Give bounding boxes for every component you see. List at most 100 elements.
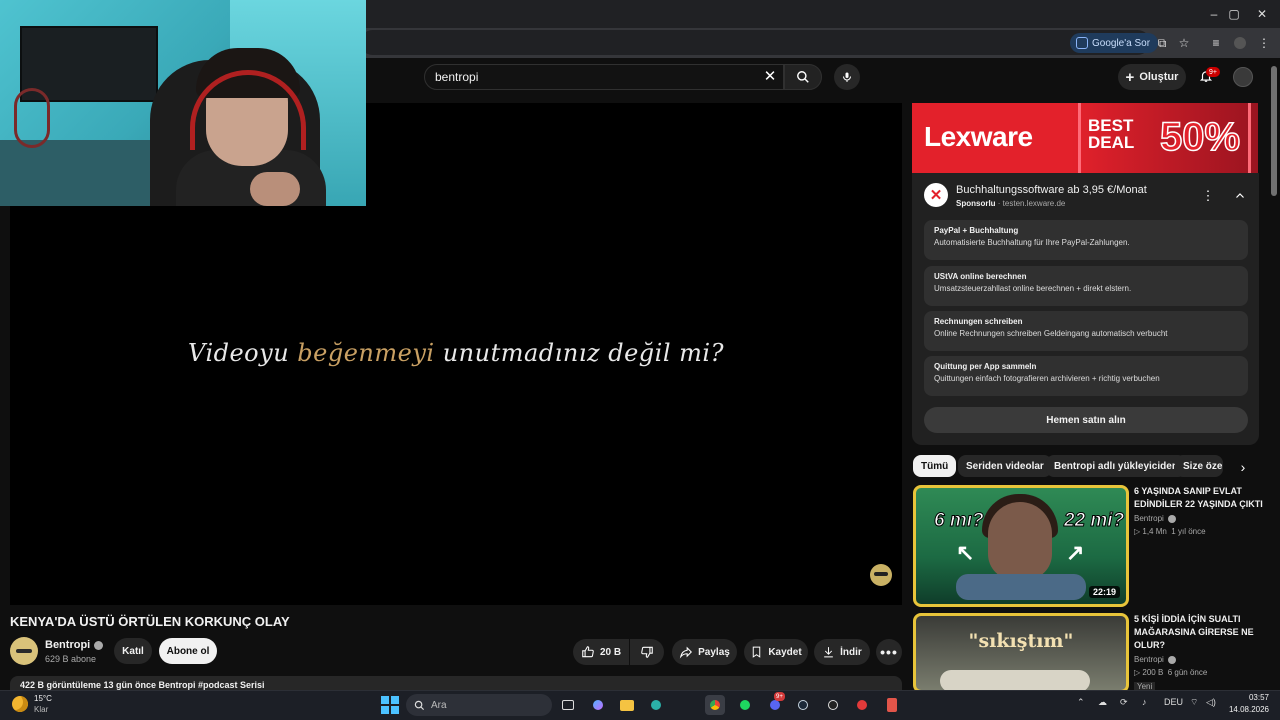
thumbs-down-icon bbox=[641, 646, 653, 658]
video-duration: 22:19 bbox=[1088, 586, 1120, 598]
view-count: ▷ 1,4 Mn bbox=[1134, 527, 1167, 536]
thumbs-up-icon bbox=[582, 646, 594, 658]
create-label: Oluştur bbox=[1139, 71, 1179, 83]
google-ask-label: Google'a Sor bbox=[1092, 37, 1151, 49]
search-query: bentropi bbox=[435, 70, 479, 84]
scrollbar-thumb[interactable] bbox=[1271, 66, 1277, 196]
obs-icon[interactable] bbox=[823, 695, 843, 715]
weather-temperature[interactable]: 15°C bbox=[34, 694, 52, 703]
discord-notification-badge: 9+ bbox=[774, 692, 785, 701]
steam-icon[interactable] bbox=[793, 695, 813, 715]
sitelink-title: PayPal + Buchhaltung bbox=[934, 226, 1019, 235]
download-button[interactable]: İndir bbox=[814, 639, 870, 665]
task-view-icon[interactable] bbox=[558, 695, 578, 715]
file-explorer-icon[interactable] bbox=[617, 695, 637, 715]
search-icon bbox=[414, 700, 425, 710]
search-input[interactable]: bentropi bbox=[424, 64, 784, 90]
verified-icon bbox=[94, 640, 104, 650]
tray-app-icon[interactable]: ⟳ bbox=[1120, 697, 1128, 708]
browser-menu-icon[interactable]: ⋮ bbox=[1256, 35, 1272, 51]
create-button[interactable]: + Oluştur bbox=[1118, 64, 1186, 90]
bookmark-icon bbox=[753, 646, 761, 658]
like-button[interactable]: 20 B bbox=[573, 639, 629, 665]
plus-icon: + bbox=[1125, 68, 1135, 86]
curved-arrow-icon: ↗ bbox=[1066, 540, 1085, 565]
ad-headline[interactable]: Buchhaltungssoftware ab 3,95 €/Monat bbox=[956, 184, 1147, 196]
chip-for-you[interactable]: Size özel bbox=[1175, 455, 1223, 477]
save-button[interactable]: Kaydet bbox=[744, 639, 808, 665]
volume-icon[interactable]: ◁) bbox=[1206, 697, 1216, 708]
dislike-button[interactable] bbox=[630, 639, 664, 665]
ad-domain: testen.lexware.de bbox=[1002, 199, 1066, 208]
video-thumbnail[interactable]: 6 mı? 22 mi? ↖ ↗ 22:19 bbox=[913, 485, 1129, 607]
join-button[interactable]: Katıl bbox=[114, 638, 152, 664]
ad-banner-image[interactable]: Lexware BEST DEAL 50% bbox=[912, 103, 1258, 173]
video-thumbnail[interactable]: "sıkıştım" bbox=[913, 613, 1129, 693]
sitelink-description: Umsatzsteuerzahllast online berechnen + … bbox=[934, 284, 1132, 293]
network-icon[interactable]: ⌔ bbox=[1190, 697, 1198, 708]
recommended-video-title[interactable]: 5 KİŞİ İDDİA İÇİN SUALTI MAĞARASINA GİRE… bbox=[1134, 613, 1264, 652]
spotify-icon[interactable] bbox=[735, 695, 755, 715]
subscribe-button[interactable]: Abone ol bbox=[159, 638, 217, 664]
profile-icon[interactable] bbox=[1232, 35, 1248, 51]
download-icon bbox=[824, 647, 833, 658]
recommended-video-title[interactable]: 6 YAŞINDA SANIP EVLAT EDİNDİLER 22 YAŞIN… bbox=[1134, 485, 1264, 511]
chip-series[interactable]: Seriden videolar bbox=[958, 455, 1052, 477]
google-ask-button[interactable]: Google'a Sor bbox=[1070, 33, 1159, 53]
video-overlay-text: Videoyu beğenmeyi unutmadınız değil mi? bbox=[10, 339, 902, 367]
chevron-right-icon[interactable]: › bbox=[1233, 457, 1253, 477]
taskbar-search[interactable]: Ara bbox=[406, 694, 552, 716]
ad-sitelink[interactable]: Quittung per App sammeln Quittungen einf… bbox=[924, 356, 1248, 396]
channel-watermark-icon[interactable] bbox=[870, 564, 892, 586]
chip-uploader[interactable]: Bentropi adlı yükleyiciden bbox=[1046, 455, 1186, 477]
search-button[interactable] bbox=[784, 64, 822, 90]
thumbnail-arms bbox=[956, 574, 1086, 600]
cloud-icon[interactable]: ☁ bbox=[1098, 697, 1107, 708]
ad-collapse-button[interactable] bbox=[1232, 188, 1248, 204]
chrome-icon[interactable] bbox=[705, 695, 725, 715]
recommended-channel[interactable]: Bentropi bbox=[1134, 514, 1176, 523]
verified-icon bbox=[1167, 514, 1176, 523]
clear-search-icon[interactable]: ✕ bbox=[760, 66, 780, 86]
ad-cta-button[interactable]: Hemen satın alın bbox=[924, 407, 1248, 433]
curved-arrow-icon: ↖ bbox=[956, 540, 975, 565]
recommended-channel[interactable]: Bentropi bbox=[1134, 655, 1176, 664]
voice-search-button[interactable] bbox=[834, 64, 860, 90]
channel-name[interactable]: Bentropi bbox=[45, 639, 104, 651]
recommended-video-meta: ▷ 1,4 Mn 1 yıl önce bbox=[1134, 527, 1206, 536]
description-box[interactable]: 422 B görüntüleme 13 gün önce Bentropi #… bbox=[10, 676, 902, 690]
taskbar-clock-time[interactable]: 03:57 bbox=[1235, 693, 1269, 702]
tray-overflow-icon[interactable]: ⌃ bbox=[1077, 697, 1085, 708]
moon-weather-icon[interactable] bbox=[12, 696, 28, 712]
media-control-icon[interactable]: ≡ bbox=[1208, 35, 1224, 51]
advertiser-logo-icon[interactable]: ✕ bbox=[924, 183, 948, 207]
address-field[interactable] bbox=[360, 30, 1150, 55]
taskbar-clock-date[interactable]: 14.08.2026 bbox=[1225, 705, 1269, 714]
ad-sitelink[interactable]: PayPal + Buchhaltung Automatisierte Buch… bbox=[924, 220, 1248, 260]
chip-all[interactable]: Tümü bbox=[913, 455, 957, 477]
more-actions-button[interactable]: ••• bbox=[876, 639, 902, 665]
edge-icon[interactable] bbox=[646, 695, 666, 715]
bookmark-star-icon[interactable]: ☆ bbox=[1176, 35, 1192, 51]
ad-sitelink[interactable]: Rechnungen schreiben Online Rechnungen s… bbox=[924, 311, 1248, 351]
sitelink-description: Quittungen einfach fotografieren archivi… bbox=[934, 374, 1160, 383]
webcam-person-hand bbox=[250, 172, 300, 206]
thumbnail-text: "sıkıştım" bbox=[968, 630, 1074, 652]
input-language[interactable]: DEU bbox=[1164, 697, 1183, 707]
ad-card bbox=[912, 173, 1259, 445]
share-icon bbox=[679, 646, 693, 659]
recording-app-icon[interactable] bbox=[852, 695, 872, 715]
windows-start-icon[interactable] bbox=[381, 696, 399, 714]
page-scrollbar[interactable] bbox=[1270, 64, 1278, 694]
copilot-icon[interactable] bbox=[588, 695, 608, 715]
ad-sitelink[interactable]: UStVA online berechnen Umsatzsteuerzahll… bbox=[924, 266, 1248, 306]
download-manager-icon[interactable] bbox=[882, 695, 902, 715]
install-app-icon[interactable]: ⧉ bbox=[1154, 35, 1170, 51]
close-window-button[interactable]: ✕ bbox=[1244, 0, 1280, 28]
share-button[interactable]: Paylaş bbox=[672, 639, 737, 665]
ad-menu-icon[interactable]: ⋮ bbox=[1200, 188, 1216, 204]
microphone-icon[interactable]: ♪ bbox=[1142, 697, 1147, 707]
account-avatar[interactable] bbox=[1233, 67, 1253, 87]
sitelink-title: UStVA online berechnen bbox=[934, 272, 1027, 281]
channel-avatar[interactable] bbox=[10, 637, 38, 665]
